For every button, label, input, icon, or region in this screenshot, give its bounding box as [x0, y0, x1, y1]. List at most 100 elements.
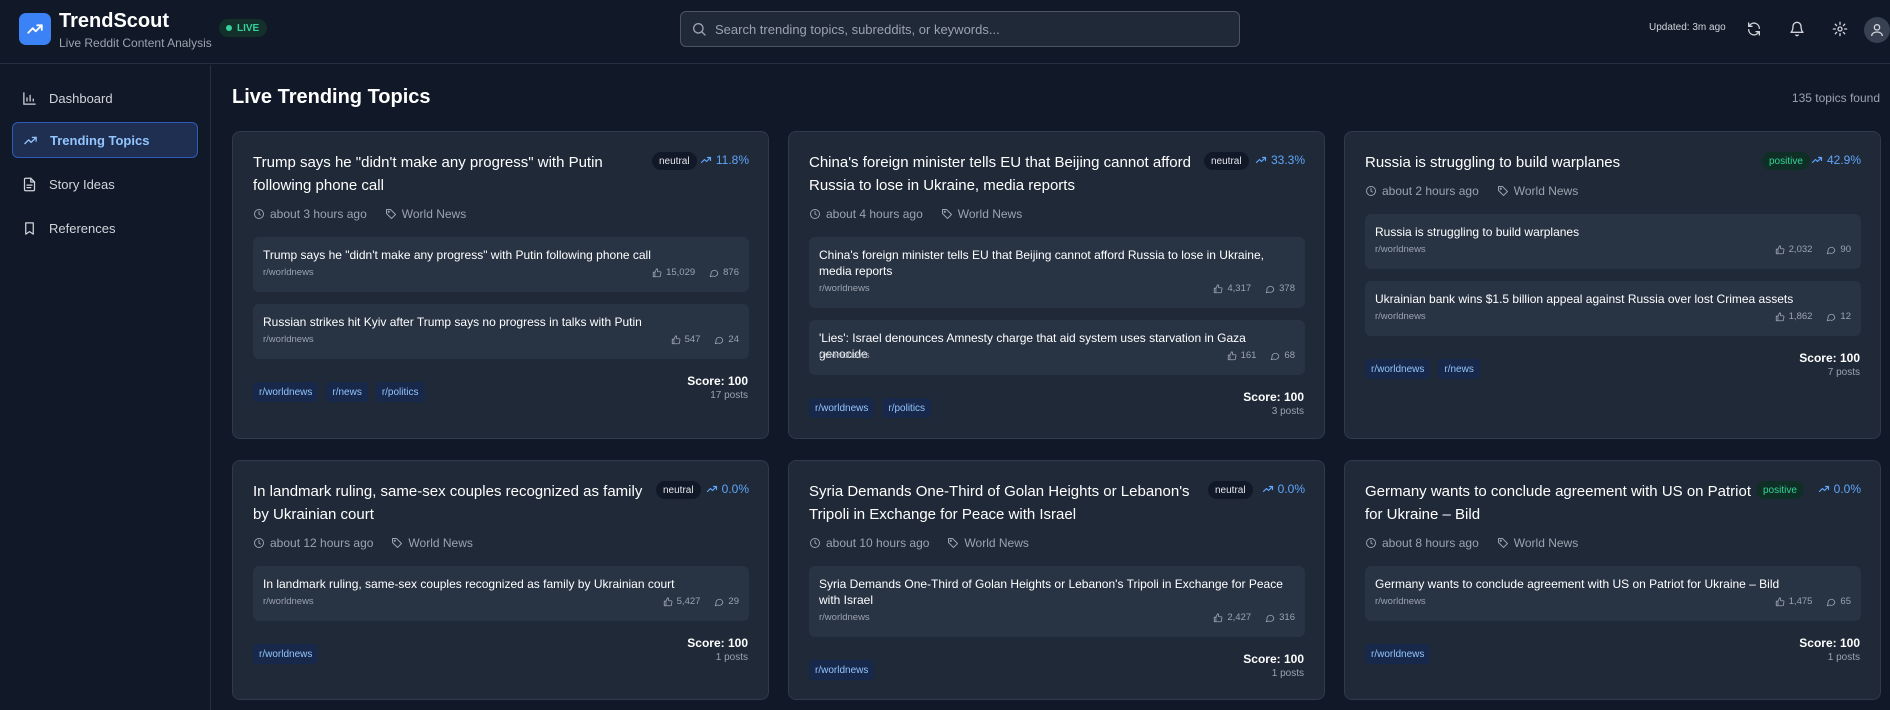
topic-card[interactable]: China's foreign minister tells EU that B… — [788, 131, 1325, 439]
subreddit-tag[interactable]: r/news — [1438, 359, 1480, 379]
post-title[interactable]: Russia is struggling to build warplanes — [1375, 224, 1845, 240]
post-item[interactable]: 'Lies': Israel denounces Amnesty charge … — [809, 320, 1305, 375]
score-block: Score: 100 1 posts — [687, 636, 748, 663]
sidebar-item-references[interactable]: References — [12, 210, 198, 246]
subreddit-tag[interactable]: r/news — [326, 382, 368, 402]
subreddit-tag[interactable]: r/worldnews — [1365, 644, 1431, 664]
topic-title[interactable]: Syria Demands One-Third of Golan Heights… — [809, 480, 1204, 526]
post-title[interactable]: Russian strikes hit Kyiv after Trump say… — [263, 314, 733, 330]
post-upvotes: 1,862 — [1788, 311, 1813, 322]
post-comments: 12 — [1840, 311, 1851, 322]
trend-value: 11.8% — [715, 153, 749, 167]
trend-value: 0.0% — [1277, 482, 1305, 496]
subreddit-tag[interactable]: r/worldnews — [253, 644, 319, 664]
sidebar-item-story-ideas[interactable]: Story Ideas — [12, 166, 198, 202]
post-subreddit: r/worldnews — [263, 334, 314, 345]
tag-icon — [941, 208, 953, 220]
score-block: Score: 100 17 posts — [687, 374, 748, 401]
post-item[interactable]: China's foreign minister tells EU that B… — [809, 237, 1305, 308]
post-comments: 29 — [728, 596, 739, 607]
post-stats: 4,317 378 — [1213, 283, 1295, 294]
trend-change: 42.9% — [1811, 153, 1861, 167]
topic-post-count: 1 posts — [1271, 668, 1304, 679]
bell-icon[interactable] — [1787, 19, 1807, 39]
topic-card[interactable]: Russia is struggling to build warplanes p… — [1344, 131, 1881, 439]
post-item[interactable]: Ukrainian bank wins $1.5 billion appeal … — [1365, 281, 1861, 336]
refresh-icon[interactable] — [1744, 19, 1764, 39]
topic-meta: about 2 hours ago World News — [1365, 184, 1578, 198]
search-input[interactable] — [715, 21, 1215, 37]
trend-value: 0.0% — [721, 482, 749, 496]
comment-icon — [1265, 284, 1275, 294]
comment-icon — [1826, 245, 1836, 255]
post-item[interactable]: Russia is struggling to build warplanes … — [1365, 214, 1861, 269]
post-item[interactable]: Russian strikes hit Kyiv after Trump say… — [253, 304, 749, 359]
post-title[interactable]: Ukrainian bank wins $1.5 billion appeal … — [1375, 291, 1845, 307]
sentiment-badge: positive — [1756, 481, 1804, 499]
post-item[interactable]: Trump says he "didn't make any progress"… — [253, 237, 749, 292]
post-title[interactable]: Trump says he "didn't make any progress"… — [263, 247, 733, 263]
post-title[interactable]: Germany wants to conclude agreement with… — [1375, 576, 1845, 592]
gear-icon[interactable] — [1830, 19, 1850, 39]
sidebar-item-trending-topics[interactable]: Trending Topics — [12, 122, 198, 158]
topic-post-count: 3 posts — [1271, 406, 1304, 417]
topic-post-count: 1 posts — [1827, 652, 1860, 663]
comment-icon — [714, 597, 724, 607]
thumbs-up-icon — [1775, 596, 1785, 607]
topic-title[interactable]: Germany wants to conclude agreement with… — [1365, 480, 1760, 526]
post-stats: 161 68 — [1227, 350, 1295, 361]
topic-card[interactable]: Syria Demands One-Third of Golan Heights… — [788, 460, 1325, 700]
trending-up-logo-icon[interactable] — [19, 13, 51, 45]
topic-category: World News — [957, 207, 1023, 221]
post-comments: 65 — [1840, 596, 1851, 607]
post-stats: 1,862 12 — [1775, 311, 1851, 322]
post-comments: 378 — [1279, 283, 1295, 294]
sidebar-item-dashboard[interactable]: Dashboard — [12, 80, 198, 116]
topic-time: about 2 hours ago — [1382, 184, 1479, 198]
subreddit-tag[interactable]: r/worldnews — [809, 660, 875, 680]
subreddit-tag[interactable]: r/politics — [882, 398, 932, 418]
topic-card[interactable]: Germany wants to conclude agreement with… — [1344, 460, 1881, 700]
topic-title[interactable]: Trump says he "didn't make any progress"… — [253, 151, 648, 197]
user-avatar[interactable] — [1864, 17, 1890, 43]
post-item[interactable]: Syria Demands One-Third of Golan Heights… — [809, 566, 1305, 637]
topic-meta: about 10 hours ago World News — [809, 536, 1029, 550]
topic-category: World News — [964, 536, 1029, 550]
topic-title[interactable]: In landmark ruling, same-sex couples rec… — [253, 480, 648, 526]
post-upvotes: 4,317 — [1227, 283, 1252, 294]
topic-score: Score: 100 — [1799, 636, 1860, 650]
topic-post-count: 1 posts — [715, 652, 748, 663]
topic-title[interactable]: China's foreign minister tells EU that B… — [809, 151, 1204, 197]
post-item[interactable]: In landmark ruling, same-sex couples rec… — [253, 566, 749, 621]
post-upvotes: 15,029 — [666, 267, 696, 278]
topic-time: about 3 hours ago — [270, 207, 367, 221]
search-box[interactable] — [680, 11, 1240, 47]
subreddit-tag[interactable]: r/worldnews — [1365, 359, 1431, 379]
topic-score: Score: 100 — [687, 636, 748, 650]
topic-post-count: 7 posts — [1827, 367, 1860, 378]
topic-card[interactable]: Trump says he "didn't make any progress"… — [232, 131, 769, 439]
trend-change: 33.3% — [1255, 153, 1305, 167]
subreddit-tag[interactable]: r/worldnews — [253, 382, 319, 402]
sidebar: Dashboard Trending Topics Story Ideas Re… — [0, 65, 211, 710]
tag-icon — [1497, 537, 1509, 549]
post-upvotes: 161 — [1240, 350, 1257, 361]
post-title[interactable]: 'Lies': Israel denounces Amnesty charge … — [819, 330, 1289, 362]
subreddit-tag[interactable]: r/politics — [375, 382, 425, 402]
post-item[interactable]: Germany wants to conclude agreement with… — [1365, 566, 1861, 621]
post-title[interactable]: China's foreign minister tells EU that B… — [819, 247, 1289, 279]
trending-up-icon — [23, 133, 38, 148]
subreddit-tag[interactable]: r/worldnews — [809, 398, 875, 418]
topic-title[interactable]: Russia is struggling to build warplanes — [1365, 151, 1760, 174]
thumbs-up-icon — [1227, 350, 1237, 361]
score-block: Score: 100 7 posts — [1799, 351, 1860, 378]
trend-change: 0.0% — [1262, 482, 1305, 496]
trending-up-icon — [1262, 483, 1274, 495]
post-upvotes: 2,032 — [1788, 244, 1813, 255]
post-title[interactable]: Syria Demands One-Third of Golan Heights… — [819, 576, 1289, 608]
thumbs-up-icon — [663, 596, 673, 607]
post-comments: 316 — [1279, 612, 1295, 623]
post-title[interactable]: In landmark ruling, same-sex couples rec… — [263, 576, 733, 592]
topic-card[interactable]: In landmark ruling, same-sex couples rec… — [232, 460, 769, 700]
topic-meta: about 4 hours ago World News — [809, 207, 1022, 221]
